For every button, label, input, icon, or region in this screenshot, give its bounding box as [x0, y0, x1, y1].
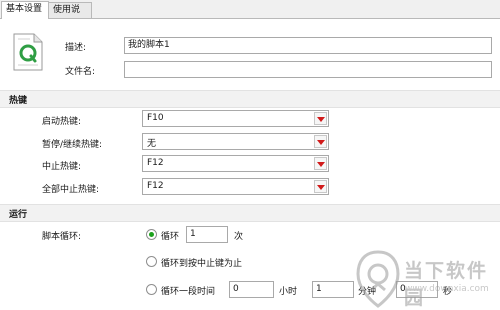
loop-until-stop-label: 循环到按中止键为止 — [161, 259, 243, 269]
stop-hotkey-select[interactable]: F12 — [142, 155, 329, 172]
script-file-icon — [13, 33, 43, 71]
duration-minutes-input[interactable]: 1 — [312, 281, 354, 298]
start-hotkey-label: 启动热键: — [42, 117, 82, 127]
filename-label: 文件名: — [65, 67, 96, 77]
start-hotkey-value: F10 — [147, 113, 164, 123]
stop-all-hotkey-select[interactable]: F12 — [142, 178, 329, 195]
watermark-logo-icon — [356, 250, 400, 308]
watermark-url: www.downxia.com — [405, 284, 489, 294]
pause-hotkey-select[interactable]: 无 — [142, 133, 329, 150]
hotkeys-section-header: 热键 — [0, 90, 500, 108]
run-section-title: 运行 — [9, 210, 28, 220]
loop-count-radio[interactable] — [146, 229, 157, 240]
chevron-down-icon[interactable] — [314, 180, 327, 193]
duration-hours-input[interactable]: 0 — [229, 281, 274, 298]
start-hotkey-select[interactable]: F10 — [142, 110, 329, 127]
loop-until-stop-radio[interactable] — [146, 256, 157, 267]
settings-panel: 描述: 我的脚本1 文件名: 热键 启动热键: F10 暂停/继续热键: 无 中… — [0, 19, 500, 309]
watermark: 当下软件园 www.downxia.com — [356, 250, 494, 310]
filename-field[interactable] — [124, 61, 492, 78]
duration-hours-unit: 小时 — [279, 287, 298, 297]
chevron-down-icon[interactable] — [314, 112, 327, 125]
watermark-title: 当下软件园 — [404, 260, 489, 309]
tab-basic-settings[interactable]: 基本设置 — [1, 1, 49, 19]
tab-usage-instructions[interactable]: 使用说明 — [48, 2, 92, 30]
pause-hotkey-value: 无 — [147, 139, 157, 149]
pause-hotkey-label: 暂停/继续热键: — [42, 140, 103, 150]
stop-all-hotkey-value: F12 — [147, 181, 164, 191]
description-label: 描述: — [65, 43, 87, 53]
stop-hotkey-value: F12 — [147, 158, 164, 168]
stop-hotkey-label: 中止热键: — [42, 162, 82, 172]
hotkeys-section-title: 热键 — [9, 96, 28, 106]
chevron-down-icon[interactable] — [314, 135, 327, 148]
loop-count-input[interactable]: 1 — [186, 226, 228, 243]
loop-duration-radio[interactable] — [146, 284, 157, 295]
loop-duration-label: 循环一段时间 — [161, 287, 216, 297]
script-loop-label: 脚本循环: — [42, 232, 82, 242]
run-section-header: 运行 — [0, 204, 500, 222]
loop-count-label: 循环 — [161, 232, 180, 242]
tab-bar: 基本设置 使用说明 — [0, 0, 500, 30]
loop-count-unit: 次 — [234, 232, 244, 242]
description-field[interactable]: 我的脚本1 — [124, 37, 492, 54]
chevron-down-icon[interactable] — [314, 157, 327, 170]
stop-all-hotkey-label: 全部中止热键: — [42, 185, 100, 195]
